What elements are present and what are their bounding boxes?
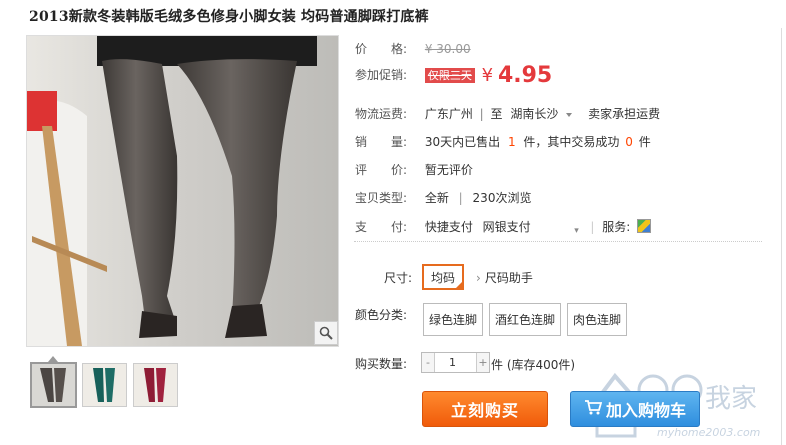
pay-quick: 快捷支付 xyxy=(424,220,473,234)
original-price: ¥ 30.00 xyxy=(424,42,471,56)
add-to-cart-button[interactable]: 加入购物车 xyxy=(570,391,700,427)
type-label: 宝贝类型: xyxy=(355,191,408,205)
promo-tag: 仅限三天 xyxy=(424,68,475,83)
size-option-selected[interactable]: 均码 xyxy=(422,264,464,290)
size-helper-label: 尺码助手 xyxy=(484,271,533,285)
thumbnail-wine[interactable] xyxy=(133,363,178,407)
shipping-separator: 至 xyxy=(490,107,503,121)
stock-info: 件 (库存400件) xyxy=(491,358,576,372)
type-value: 全新 xyxy=(424,191,449,205)
size-option-label: 均码 xyxy=(430,270,455,285)
quantity-label: 购买数量: xyxy=(355,357,408,371)
color-option-label: 绿色连脚 xyxy=(428,313,477,327)
sales-count: 1 xyxy=(507,135,516,149)
review-row: 评 价: 暂无评价 xyxy=(355,161,473,178)
thumbnail-green-image xyxy=(83,364,126,406)
sales-prefix: 30天内已售出 xyxy=(424,135,501,149)
color-option-nude[interactable]: 肉色连脚 xyxy=(567,303,627,336)
price-row: 价 格: ¥ 30.00 xyxy=(355,40,471,57)
sales-row: 销 量: 30天内已售出 1 件，其中交易成功 0 件 xyxy=(355,133,651,150)
service-label: 服务: xyxy=(602,220,631,234)
quantity-stepper[interactable]: - 1 + xyxy=(421,352,490,373)
payment-label: 支 付: xyxy=(355,220,408,234)
pay-bank: 网银支付 xyxy=(482,220,531,234)
thumbnail-wine-image xyxy=(134,364,177,406)
shipping-to[interactable]: 湖南长沙 xyxy=(510,107,558,121)
buy-now-label: 立刻购买 xyxy=(450,401,519,420)
view-count: 230次浏览 xyxy=(472,191,532,205)
product-title: 2013新款冬装韩版毛绒多色修身小脚女装 均码普通脚踩打底裤 xyxy=(29,9,429,25)
divider xyxy=(354,241,762,242)
leggings-photo xyxy=(27,36,338,346)
review-value: 暂无评价 xyxy=(424,163,473,177)
type-row: 宝贝类型: 全新 | 230次浏览 xyxy=(355,189,531,206)
shipping-row: 物流运费: 广东广州 | 至 湖南长沙 卖家承担运费 xyxy=(355,107,661,121)
chevron-right-icon: › xyxy=(476,271,481,285)
thumbnail-gray-image xyxy=(32,364,75,406)
chevron-down-icon[interactable] xyxy=(566,113,573,117)
type-separator: | xyxy=(458,191,463,205)
promo-row: 参加促销: 仅限三天 ¥ 4.95 xyxy=(355,63,552,88)
payment-row: 支 付: 快捷支付 网银支付 ▾ | 服务: xyxy=(355,218,652,238)
color-label: 颜色分类: xyxy=(355,308,408,322)
service-badge-icon[interactable] xyxy=(637,219,652,233)
promo-price: 4.95 xyxy=(497,63,553,88)
promo-label: 参加促销: xyxy=(355,68,408,82)
review-label: 评 价: xyxy=(355,163,408,177)
sales-success-count: 0 xyxy=(625,135,633,149)
shipping-note: 卖家承担运费 xyxy=(588,107,661,121)
thumbnail-gray[interactable] xyxy=(30,362,77,408)
quantity-input[interactable]: 1 xyxy=(434,353,477,372)
chevron-down-icon[interactable]: ▾ xyxy=(571,226,583,238)
color-option-green[interactable]: 绿色连脚 xyxy=(423,303,483,336)
size-label: 尺寸: xyxy=(384,271,413,285)
zoom-icon[interactable] xyxy=(314,321,338,345)
right-divider xyxy=(781,28,782,445)
thumbnail-green[interactable] xyxy=(82,363,127,407)
quantity-decrement-button[interactable]: - xyxy=(422,353,434,372)
promo-currency: ¥ xyxy=(481,65,494,86)
sales-label: 销 量: xyxy=(355,135,408,149)
color-option-label: 肉色连脚 xyxy=(572,313,621,327)
shipping-from[interactable]: 广东广州 xyxy=(425,107,473,121)
shipping-label: 物流运费: xyxy=(355,107,408,121)
color-option-wine[interactable]: 酒红色连脚 xyxy=(489,303,561,336)
color-option-label: 酒红色连脚 xyxy=(494,313,555,327)
selected-corner-icon xyxy=(455,281,463,289)
main-product-photo[interactable] xyxy=(26,35,339,347)
price-label: 价 格: xyxy=(355,42,408,56)
add-to-cart-label: 加入购物车 xyxy=(605,401,686,420)
buy-now-button[interactable]: 立刻购买 xyxy=(422,391,548,427)
cart-icon xyxy=(584,399,603,419)
sales-suffix: 件 xyxy=(638,135,651,149)
quantity-increment-button[interactable]: + xyxy=(477,353,489,372)
watermark-site: myhome2003.com xyxy=(657,426,761,439)
watermark-text: 我家 xyxy=(705,384,758,414)
size-helper-link[interactable]: › 尺码助手 xyxy=(476,269,533,286)
sales-mid: 件，其中交易成功 xyxy=(523,135,620,149)
